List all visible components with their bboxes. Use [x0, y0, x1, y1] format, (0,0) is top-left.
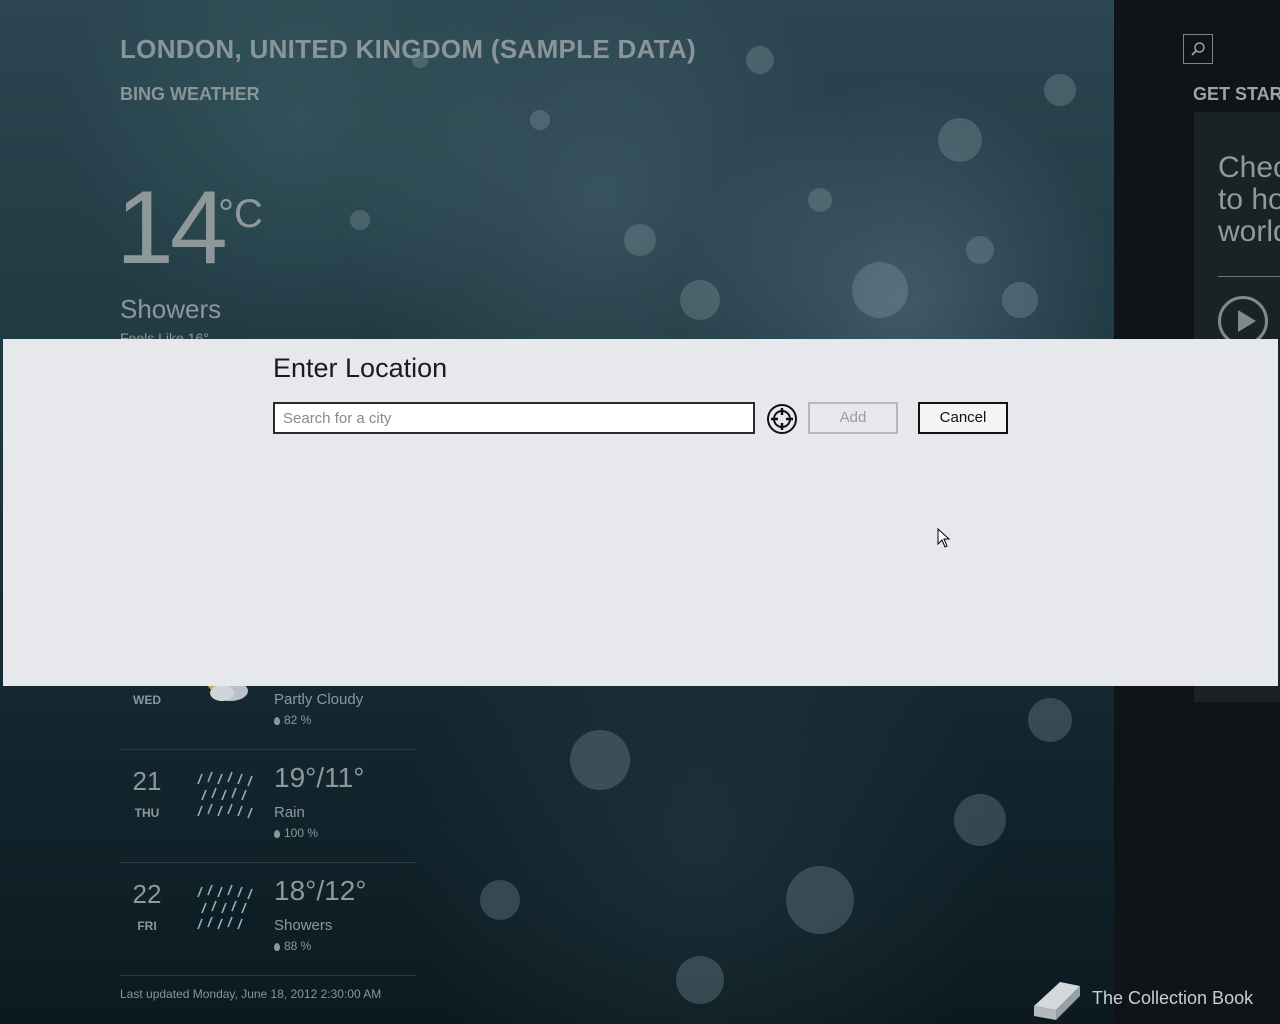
dialog-title: Enter Location: [273, 353, 448, 383]
forecast-hilo: 19°/11°: [274, 762, 365, 793]
current-condition: Showers: [120, 294, 222, 324]
search-button[interactable]: [1183, 34, 1213, 64]
drop-icon: [274, 942, 280, 951]
forecast-precip-value: 82 %: [284, 713, 312, 727]
collection-book-title: The Collection Book: [1092, 988, 1254, 1008]
forecast-precip-value: 88 %: [284, 939, 312, 953]
search-icon: [1191, 42, 1205, 56]
forecast-condition: Partly Cloudy: [274, 691, 364, 708]
mouse-cursor-icon: [937, 528, 951, 548]
forecast-hilo: 18°/12°: [274, 875, 367, 906]
get-started-heading: GET STARTED: [1193, 84, 1280, 104]
enter-location-dialog: Enter Location Add Cancel: [3, 339, 1278, 686]
drop-icon: [274, 829, 280, 838]
collection-book-notification[interactable]: The Collection Book: [1030, 976, 1280, 1022]
forecast-condition: Showers: [274, 917, 333, 934]
forecast-weekday: FRI: [137, 919, 157, 933]
forecast-precip: 100 %: [274, 826, 318, 840]
forecast-weekday: WED: [133, 693, 161, 707]
add-button[interactable]: Add: [808, 402, 898, 434]
book-icon: [1034, 982, 1080, 1020]
location-title[interactable]: LONDON, UNITED KINGDOM (SAMPLE DATA): [120, 34, 696, 65]
last-updated: Last updated Monday, June 18, 2012 2:30:…: [120, 987, 382, 1001]
forecast-day-number: 22: [132, 879, 162, 909]
forecast-precip: 82 %: [274, 713, 311, 727]
rain-icon: [197, 771, 253, 819]
divider: [1218, 276, 1280, 277]
forecast-precip: 88 %: [274, 939, 311, 953]
forecast-day[interactable]: 22 FRI 18°/12° Showers 88 %: [120, 863, 416, 976]
forecast-precip-value: 100 %: [284, 826, 319, 840]
city-search-input[interactable]: [273, 402, 755, 434]
forecast-day[interactable]: 21 THU 19°/11° Rain 100 %: [120, 750, 416, 863]
forecast-condition: Rain: [274, 804, 305, 821]
cancel-button[interactable]: Cancel: [918, 402, 1008, 434]
locate-crosshair-icon[interactable]: [766, 403, 798, 435]
forecast-weekday: THU: [134, 806, 160, 820]
temperature-unit[interactable]: °C: [218, 192, 263, 237]
app-name: BING WEATHER: [120, 84, 260, 104]
showers-icon: [197, 884, 253, 930]
drop-icon: [274, 716, 280, 725]
current-temperature: 14: [116, 170, 228, 286]
promo-text: Chec to ho world: [1218, 151, 1280, 248]
forecast-day-number: 21: [132, 766, 162, 796]
